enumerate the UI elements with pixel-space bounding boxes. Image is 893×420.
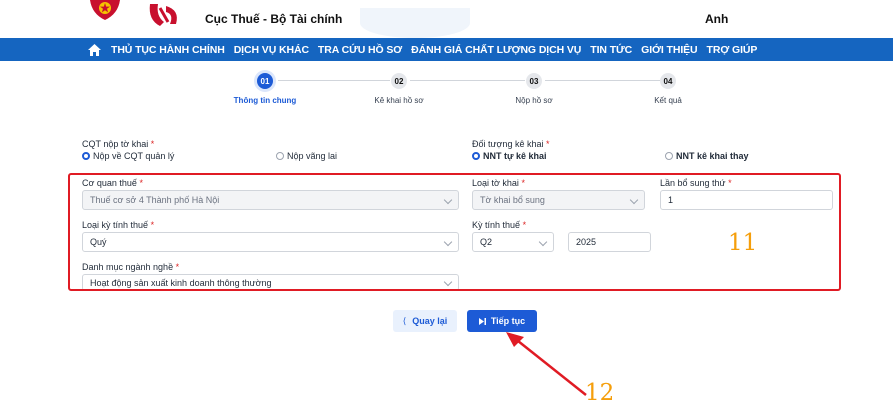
annotation-arrow <box>506 332 587 396</box>
annotation-label-12: 12 <box>585 380 615 406</box>
